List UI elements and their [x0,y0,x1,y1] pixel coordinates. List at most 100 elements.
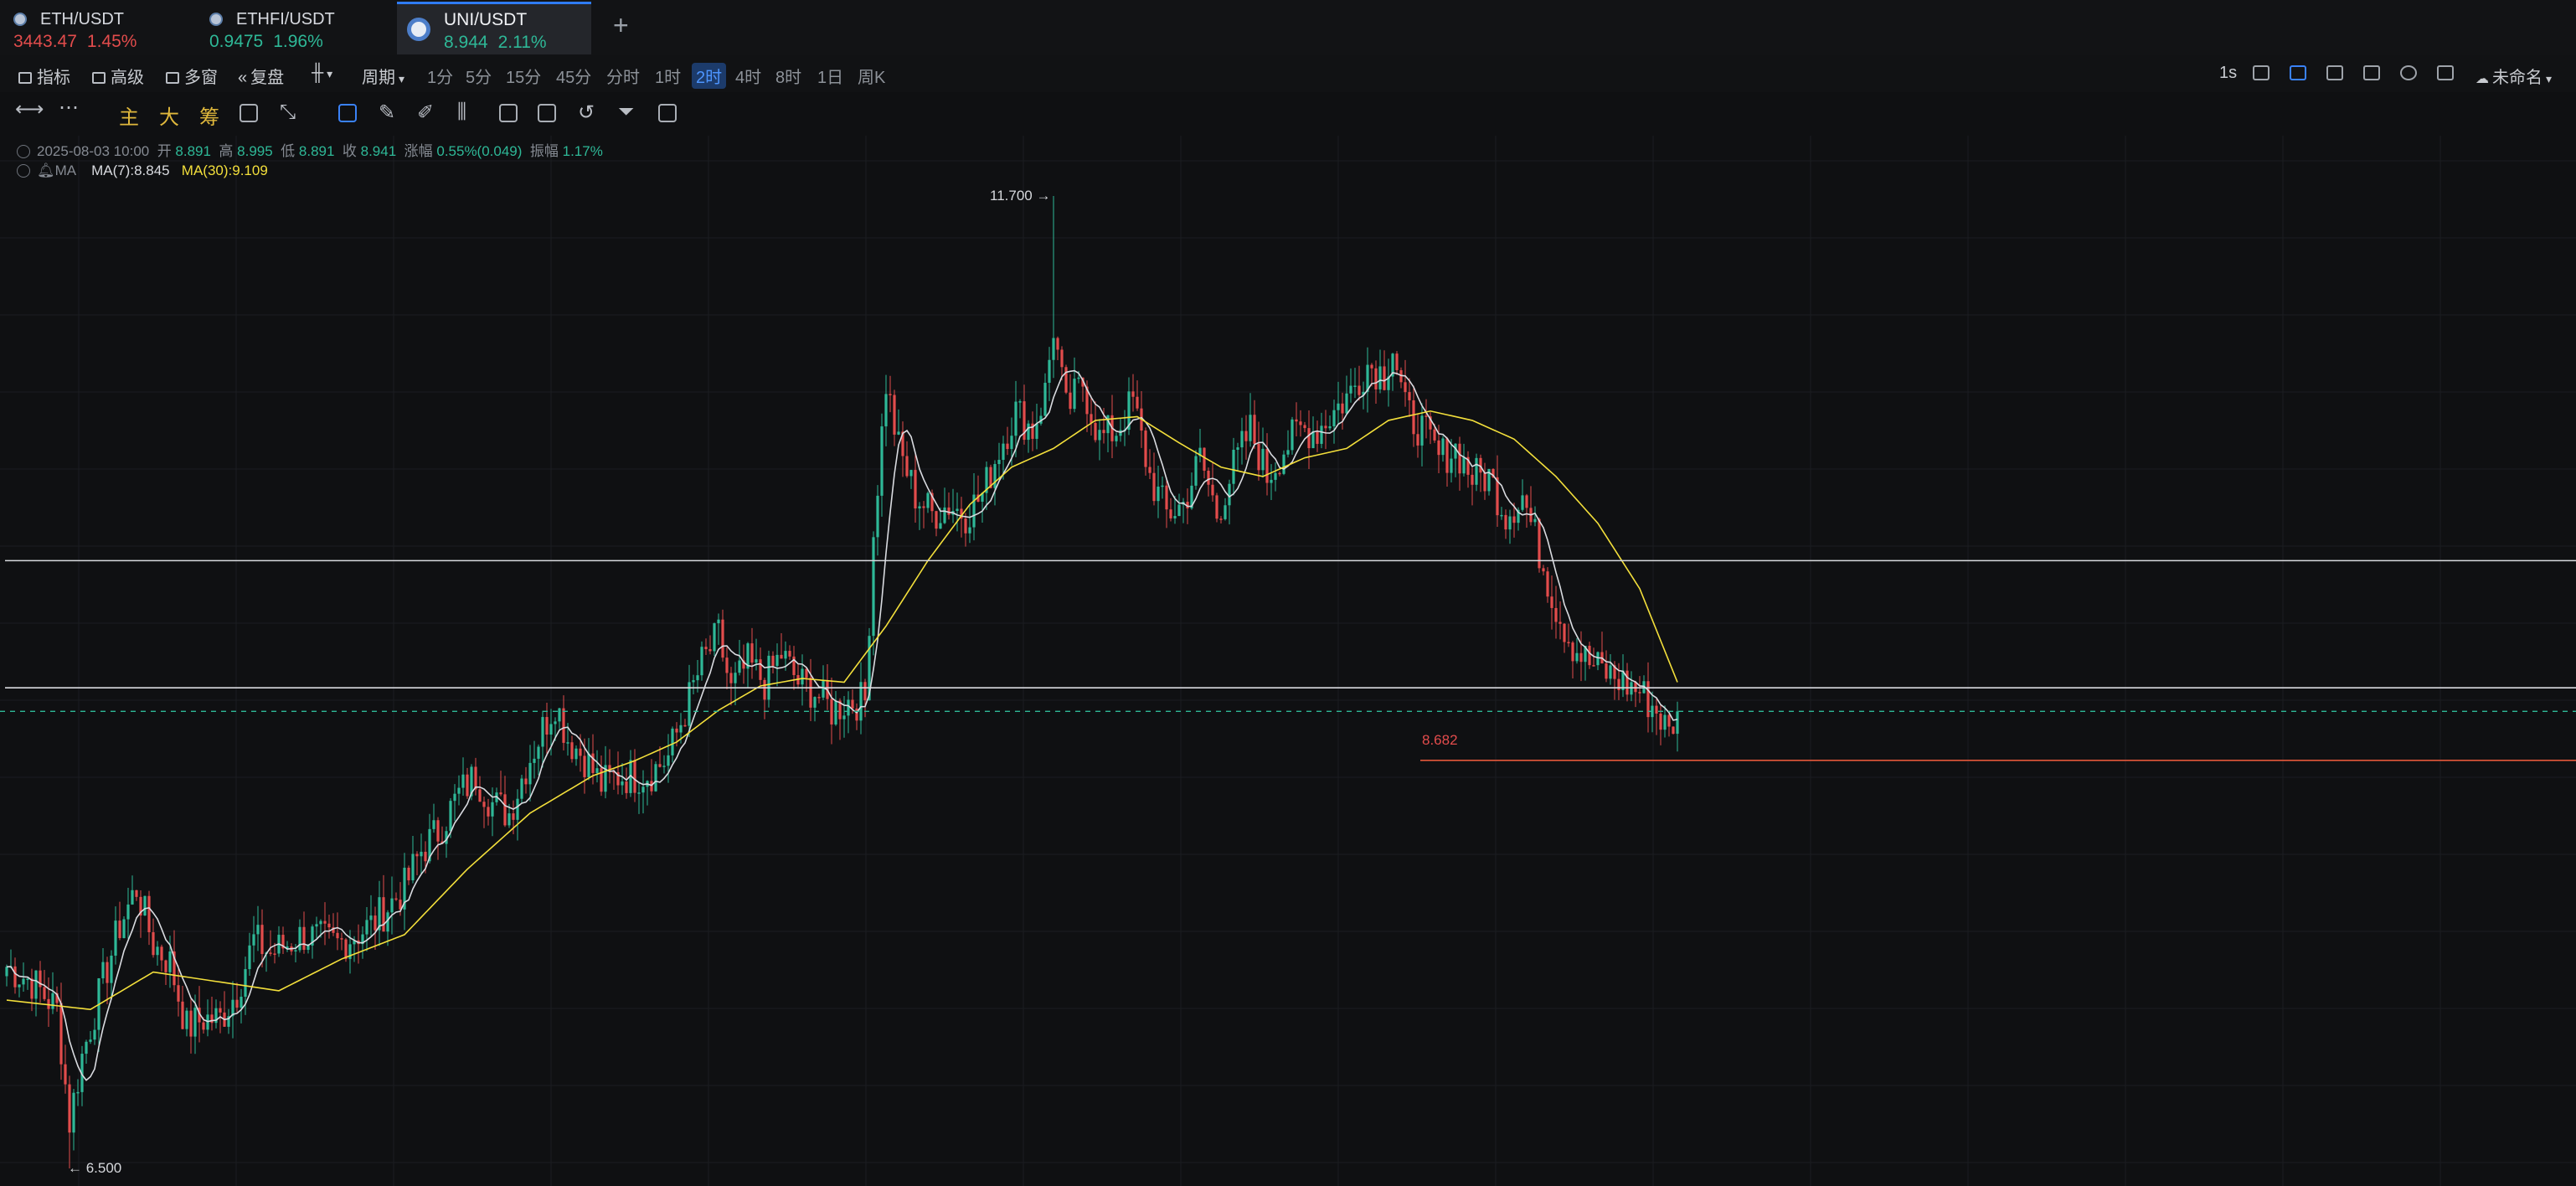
replay-button[interactable]: «复盘 [238,64,284,88]
candle-body [549,724,553,735]
multi-window-button[interactable]: 多窗 [166,64,218,88]
candle-body [817,697,821,699]
candle-body [1069,392,1072,410]
indicators-button[interactable]: 指标 [18,64,70,88]
pen-icon[interactable] [2290,65,2306,80]
magnet-icon[interactable]: ↺ [578,101,595,125]
tab-eth-usdt[interactable]: ETH/USDT 3443.47 1.45% [0,3,189,52]
timeframe-weekly[interactable]: 周K [858,64,885,88]
settings-icon[interactable] [2400,65,2417,80]
big-orders-button[interactable]: 大 [159,101,179,130]
candle-body [842,715,846,719]
brush-icon[interactable]: ✐ [417,101,434,125]
timeframe-1h[interactable]: 1时 [655,64,681,88]
candle-body [688,682,691,726]
copy-icon[interactable] [338,104,357,122]
expand-icon[interactable] [2326,65,2343,80]
candle-body [822,680,825,698]
candle-body [114,920,117,956]
candle-body [466,774,469,797]
candle-body [1412,400,1415,435]
candle-body [759,659,762,680]
candle-body [240,997,243,1008]
more-icon[interactable]: ⋯ [59,95,79,120]
timeframe-1m[interactable]: 1分 [427,64,453,88]
candle-body [256,925,260,935]
candle-body [323,920,327,924]
advanced-button[interactable]: 高级 [92,64,144,88]
candle-body [729,673,733,683]
candle-body [926,492,930,508]
candle-body [679,724,683,733]
tab-uni-usdt[interactable]: UNI/USDT 8.944 2.11% [397,2,591,54]
candle-body [1353,385,1357,387]
candle-body [1052,338,1055,360]
candle-body [1303,425,1306,429]
candle-body [1014,401,1018,436]
main-chart-button[interactable]: 主 [119,101,139,130]
interval-selector[interactable]: 1s [2219,64,2237,83]
candle-body [993,464,997,488]
line-tool-icon[interactable]: ⟷ [15,97,44,121]
candle-body [482,802,486,807]
candle-body [365,920,368,935]
layout-name-dropdown[interactable]: ☁ 未命名 ▾ [2476,64,2552,88]
candle-body [1588,646,1591,666]
candle-body [1471,474,1474,485]
camera-icon[interactable] [2253,65,2269,80]
candle-body [562,708,565,743]
candle-body [1596,652,1600,666]
timeframe-4h[interactable]: 4时 [735,64,761,88]
edit-icon[interactable] [538,104,556,122]
timeframe-timeshare[interactable]: 分时 [606,64,640,88]
candle-body [424,851,427,862]
candle-body [847,699,850,716]
candle-body [704,647,708,650]
candle-body [1558,621,1562,624]
timeframe-45m[interactable]: 45分 [556,64,591,88]
tab-symbol: ETHFI/USDT [236,10,335,28]
candle-body [1475,457,1478,485]
trash-icon[interactable] [658,104,677,122]
candle-body [763,679,766,700]
fib-icon[interactable]: ⫼ [457,101,466,124]
add-tab-button[interactable]: + [613,12,629,39]
chips-button[interactable]: 筹 [199,101,219,130]
candle-body [1048,359,1051,384]
period-dropdown[interactable]: 周期 ▾ [362,64,404,88]
fullscreen-icon[interactable] [2437,65,2454,80]
measure-icon[interactable]: ⤡ [280,101,296,124]
candle-body [1010,436,1013,450]
candle-body [507,813,511,826]
lock-icon[interactable] [499,104,518,122]
candle-body [499,792,502,795]
timeframe-8h[interactable]: 8时 [775,64,801,88]
eraser-icon[interactable]: ✎ [379,101,395,125]
candle-body [1416,434,1419,446]
candle-body [1232,449,1235,484]
chart-type-dropdown[interactable]: ╫ ▾ [312,64,332,83]
candle-body [1002,443,1005,461]
candle-body [956,508,959,511]
collapse-icon[interactable] [17,145,30,158]
drawing-toolbar: ⟷ ⋯ 主 大 筹 ⤡ ✎ ✐ ⫼ ↺ ⏷ [0,92,2576,136]
timeframe-5m[interactable]: 5分 [466,64,492,88]
timeframe-2h[interactable]: 2时 [692,63,727,89]
sync-icon[interactable] [240,104,258,122]
candle-body [884,394,888,427]
layout-icon[interactable] [2363,65,2380,80]
tab-ethfi-usdt[interactable]: ETHFI/USDT 0.9475 1.96% [199,3,389,52]
candle-body [34,970,38,999]
timeframe-15m[interactable]: 15分 [506,64,541,88]
timeframe-1d[interactable]: 1日 [817,64,843,88]
candle-body [1370,364,1373,369]
candlestick-chart[interactable] [0,136,2576,1186]
collapse-icon[interactable] [17,164,30,178]
candle-body [1592,665,1595,667]
candle-body [235,999,239,1008]
candle-body [298,926,301,951]
candle-body [152,932,155,956]
filter-icon[interactable]: ⏷ [618,101,634,124]
candle-body [1106,415,1110,434]
tab-price: 0.9475 1.96% [209,32,323,51]
